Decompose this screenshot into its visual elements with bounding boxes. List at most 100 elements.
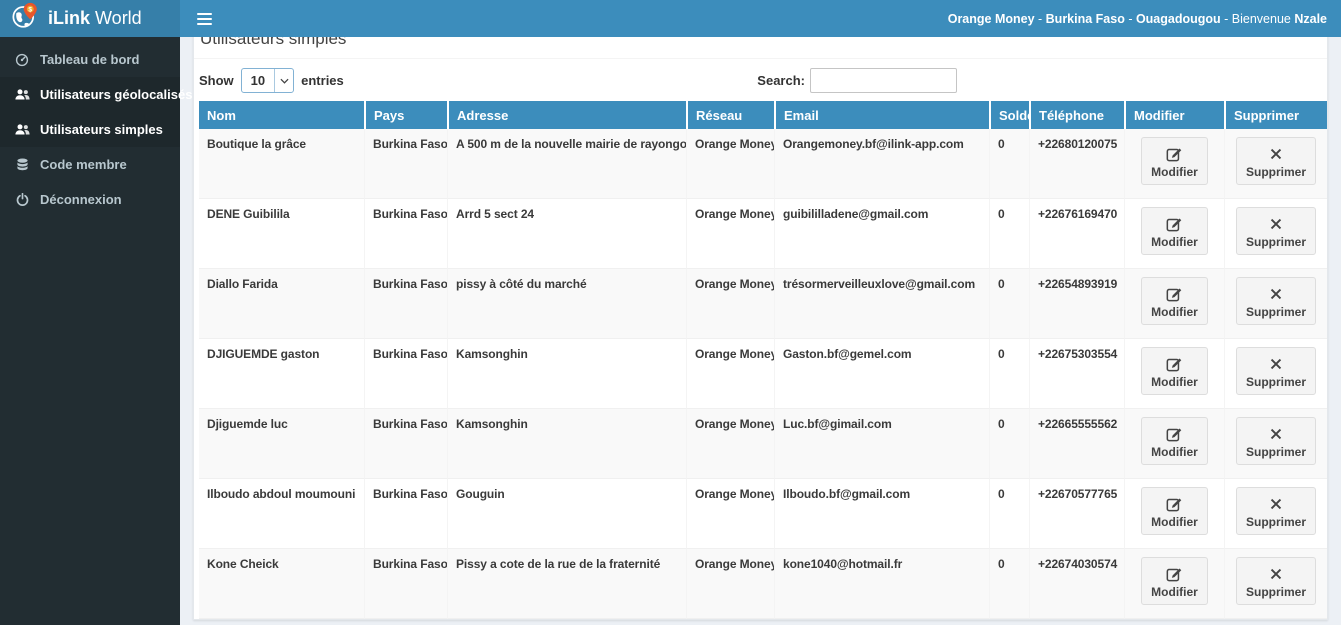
sidebar-toggle-button[interactable] (194, 8, 215, 30)
supprimer-button[interactable]: Supprimer (1235, 277, 1316, 325)
page-size-select[interactable]: 10 (240, 68, 295, 93)
column-header-adresse[interactable]: Adresse (447, 101, 686, 129)
cell-adresse: Kamsonghin (447, 409, 686, 479)
cell-adresse: Arrd 5 sect 24 (447, 199, 686, 269)
supprimer-button-label: Supprimer (1245, 165, 1306, 179)
city-name: Ouagadougou (1135, 11, 1221, 26)
modifier-button-label: Modifier (1151, 375, 1198, 389)
table-header-row: NomPaysAdresseRéseauEmailSoldeTéléphoneM… (199, 101, 1327, 129)
modifier-button-label: Modifier (1151, 165, 1198, 179)
brand-logo[interactable]: $ iLink World (0, 0, 180, 37)
cell-solde: 0 (989, 479, 1029, 549)
cell-email: Ilboudo.bf@gmail.com (774, 479, 989, 549)
sidebar-item-utilisateurs-geolocalises[interactable]: Utilisateurs géolocalisés (0, 77, 192, 112)
network-name: Orange Money (947, 11, 1035, 26)
cell-modifier: Modifier (1124, 199, 1224, 269)
globe-pin-logo-icon: $ (11, 2, 39, 35)
cell-nom: Kone Cheick (199, 549, 364, 619)
table-row: Kone Cheick Burkina Faso Pissy a cote de l… (199, 549, 1327, 619)
column-header-modifier[interactable]: Modifier (1124, 101, 1224, 129)
top-navbar: $ iLink World Orange Money - Burkina Fas… (0, 0, 1341, 37)
cell-nom: Ilboudo abdoul moumouni (199, 479, 364, 549)
table-row: Djiguemde luc Burkina Faso Kamsonghin Orang… (199, 409, 1327, 479)
x-icon (1270, 565, 1282, 582)
sidebar-item-deconnexion[interactable]: Déconnexion (0, 182, 180, 217)
column-header-telephone[interactable]: Téléphone (1029, 101, 1124, 129)
sidebar-item-code-membre[interactable]: Code membre (0, 147, 180, 182)
cell-telephone: +22675303554 (1029, 339, 1124, 409)
cell-email: Luc.bf@gimail.com (774, 409, 989, 479)
cell-email: guibililladene@gmail.com (774, 199, 989, 269)
svg-text:$: $ (28, 6, 32, 13)
supprimer-button[interactable]: Supprimer (1235, 417, 1316, 465)
cell-solde: 0 (989, 199, 1029, 269)
power-icon (14, 193, 30, 206)
column-header-supprimer[interactable]: Supprimer (1224, 101, 1327, 129)
cell-telephone: +22680120075 (1029, 129, 1124, 199)
cell-adresse: Kamsonghin (447, 339, 686, 409)
modifier-button[interactable]: Modifier (1141, 487, 1208, 535)
cell-supprimer: Supprimer (1224, 409, 1327, 479)
chevron-down-icon (274, 69, 293, 92)
sidebar-item-utilisateurs-simples[interactable]: Utilisateurs simples (0, 112, 180, 147)
x-icon (1270, 285, 1282, 302)
cell-solde: 0 (989, 549, 1029, 619)
cell-pays: Burkina Faso (364, 549, 447, 619)
cell-modifier: Modifier (1124, 549, 1224, 619)
supprimer-button[interactable]: Supprimer (1235, 557, 1316, 605)
column-header-solde[interactable]: Solde (989, 101, 1029, 129)
cell-solde: 0 (989, 409, 1029, 479)
table-controls: Show 10 entries Search: (194, 59, 1327, 101)
modifier-button-label: Modifier (1151, 445, 1198, 459)
sidebar-item-tableau-de-bord[interactable]: Tableau de bord (0, 42, 180, 77)
supprimer-button-label: Supprimer (1245, 515, 1306, 529)
cell-telephone: +22676169470 (1029, 199, 1124, 269)
modifier-button[interactable]: Modifier (1141, 137, 1208, 185)
column-header-reseau[interactable]: Réseau (686, 101, 774, 129)
cell-telephone: +22670577765 (1029, 479, 1124, 549)
column-header-email[interactable]: Email (774, 101, 989, 129)
show-label: Show (199, 73, 234, 88)
cell-modifier: Modifier (1124, 479, 1224, 549)
cell-modifier: Modifier (1124, 409, 1224, 479)
supprimer-button[interactable]: Supprimer (1235, 487, 1316, 535)
cell-pays: Burkina Faso (364, 129, 447, 199)
modifier-button[interactable]: Modifier (1141, 207, 1208, 255)
modifier-button[interactable]: Modifier (1141, 417, 1208, 465)
modifier-button[interactable]: Modifier (1141, 277, 1208, 325)
cell-nom: Diallo Farida (199, 269, 364, 339)
x-icon (1270, 215, 1282, 232)
supprimer-button-label: Supprimer (1245, 375, 1306, 389)
cell-pays: Burkina Faso (364, 199, 447, 269)
edit-icon (1166, 215, 1182, 232)
edit-icon (1166, 145, 1182, 162)
cell-adresse: Gouguin (447, 479, 686, 549)
database-icon (14, 158, 30, 172)
cell-pays: Burkina Faso (364, 269, 447, 339)
users-table: NomPaysAdresseRéseauEmailSoldeTéléphoneM… (199, 101, 1327, 619)
column-header-pays[interactable]: Pays (364, 101, 447, 129)
table-row: DENE Guibilila Burkina Faso Arrd 5 sect 24… (199, 199, 1327, 269)
cell-solde: 0 (989, 269, 1029, 339)
brand-title: iLink World (48, 8, 142, 28)
user-info: Orange Money - Burkina Faso - Ouagadougo… (947, 11, 1327, 26)
modifier-button[interactable]: Modifier (1141, 347, 1208, 395)
supprimer-button[interactable]: Supprimer (1235, 207, 1316, 255)
main-content: Utilisateurs simples Show 10 entries Sea… (180, 0, 1341, 620)
cell-supprimer: Supprimer (1224, 339, 1327, 409)
cell-adresse: A 500 m de la nouvelle mairie de rayongo (447, 129, 686, 199)
cell-pays: Burkina Faso (364, 339, 447, 409)
edit-icon (1166, 565, 1182, 582)
cell-telephone: +22665555562 (1029, 409, 1124, 479)
table-row: Boutique la grâce Burkina Faso A 500 m de … (199, 129, 1327, 199)
edit-icon (1166, 495, 1182, 512)
supprimer-button-label: Supprimer (1245, 235, 1306, 249)
search-input[interactable] (810, 68, 957, 93)
cell-email: kone1040@hotmail.fr (774, 549, 989, 619)
modifier-button[interactable]: Modifier (1141, 557, 1208, 605)
sidebar-item-label: Code membre (40, 157, 127, 172)
supprimer-button[interactable]: Supprimer (1235, 347, 1316, 395)
column-header-nom[interactable]: Nom (199, 101, 364, 129)
supprimer-button[interactable]: Supprimer (1235, 137, 1316, 185)
page-size-value: 10 (250, 73, 266, 88)
